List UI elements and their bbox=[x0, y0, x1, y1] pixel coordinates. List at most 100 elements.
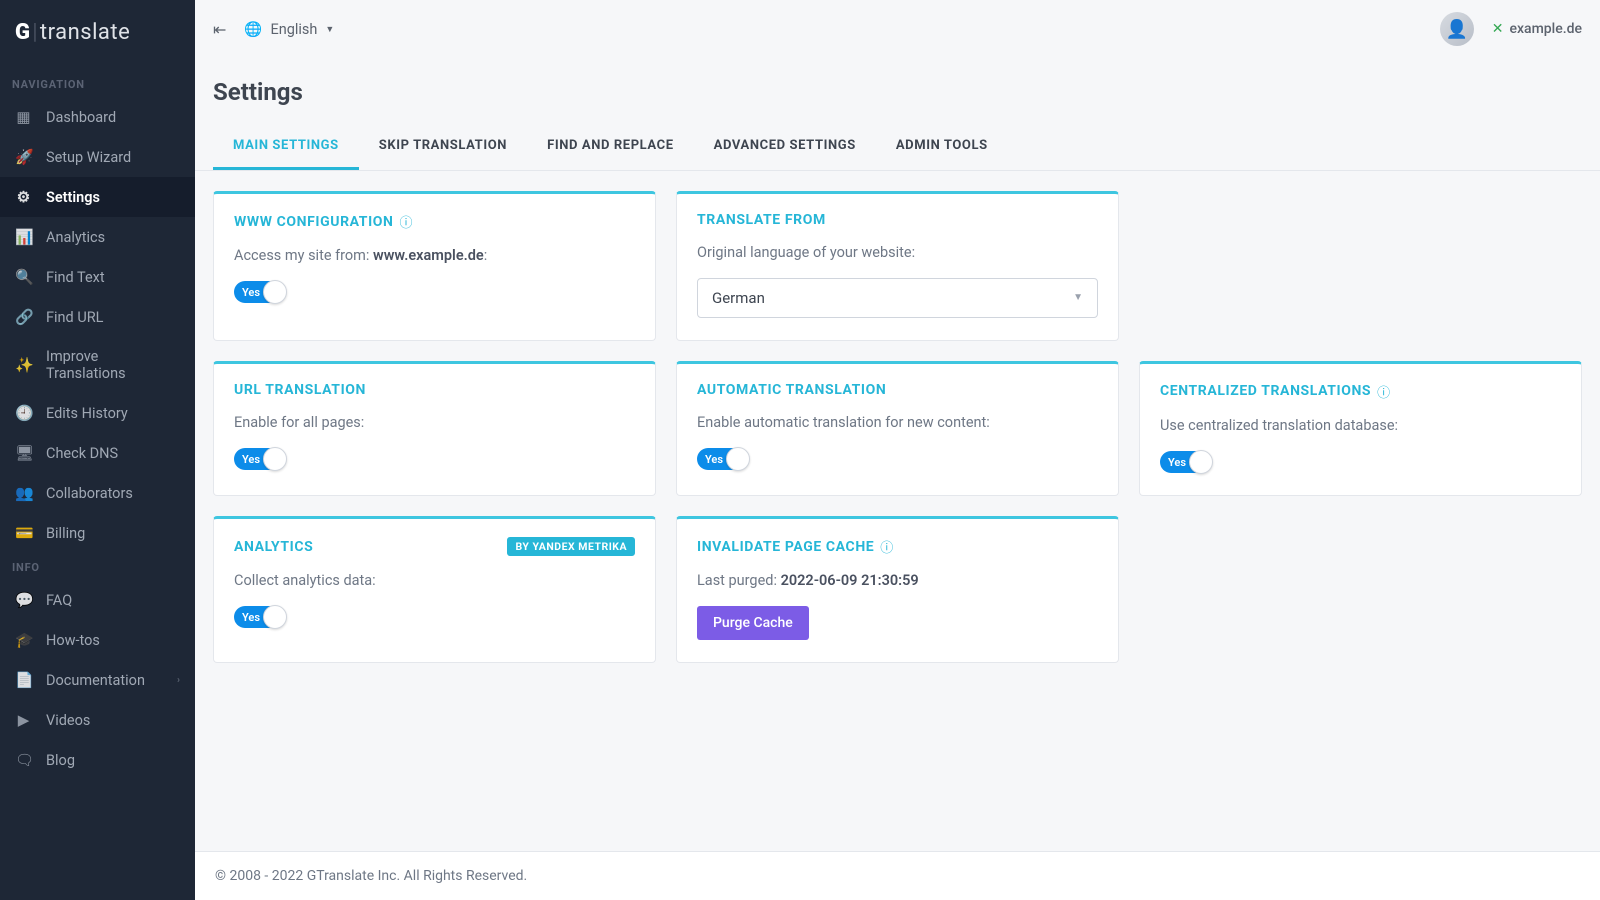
sidebar-item-label: Improve Translations bbox=[46, 348, 180, 382]
badge-yandex: BY YANDEX METRIKA bbox=[507, 537, 635, 556]
sidebar-item-edits-history[interactable]: 🕘 Edits History bbox=[0, 393, 195, 433]
sidebar-item-setup-wizard[interactable]: 🚀 Setup Wizard bbox=[0, 137, 195, 177]
nav-icon: 🕘 bbox=[15, 404, 32, 422]
chevron-right-icon: › bbox=[177, 675, 180, 686]
nav-icon: 🖥 bbox=[15, 444, 32, 462]
language-label: English bbox=[270, 21, 317, 38]
sidebar-item-collaborators[interactable]: 👥 Collaborators bbox=[0, 473, 195, 513]
info-icon[interactable]: ⓘ bbox=[880, 537, 893, 556]
sidebar-item-settings[interactable]: ⚙ Settings bbox=[0, 177, 195, 217]
nav-section-navigation: NAVIGATION bbox=[0, 70, 195, 97]
chevron-down-icon: ▼ bbox=[325, 24, 334, 35]
chevron-down-icon: ▼ bbox=[1073, 292, 1083, 303]
purge-cache-button[interactable]: Purge Cache bbox=[697, 606, 809, 640]
footer: © 2008 - 2022 GTranslate Inc. All Rights… bbox=[195, 851, 1600, 900]
avatar[interactable]: 👤 bbox=[1440, 12, 1474, 46]
sidebar-item-label: Find Text bbox=[46, 269, 105, 286]
tab-skip-translation[interactable]: SKIP TRANSLATION bbox=[359, 124, 527, 170]
nav-icon: ⚙ bbox=[15, 188, 32, 206]
toggle-url-translation[interactable]: Yes bbox=[234, 448, 286, 470]
sidebar-item-improve-translations[interactable]: ✨ Improve Translations bbox=[0, 337, 195, 393]
translate-icon: 🌐 bbox=[244, 21, 262, 38]
nav-icon: 👥 bbox=[15, 484, 32, 502]
sidebar-item-label: Analytics bbox=[46, 229, 105, 246]
card-centralized-translations: CENTRALIZED TRANSLATIONS ⓘ Use centraliz… bbox=[1139, 361, 1582, 496]
card-title: TRANSLATE FROM bbox=[697, 212, 826, 228]
sidebar-item-label: Setup Wizard bbox=[46, 149, 131, 166]
nav-icon: ▶ bbox=[15, 711, 32, 729]
sidebar-item-blog[interactable]: 🗨 Blog bbox=[0, 740, 195, 780]
sidebar-item-find-text[interactable]: 🔍 Find Text bbox=[0, 257, 195, 297]
card-automatic-translation: AUTOMATIC TRANSLATION Enable automatic t… bbox=[676, 361, 1119, 496]
language-selector[interactable]: 🌐 English ▼ bbox=[244, 21, 334, 38]
sidebar-item-analytics[interactable]: 📊Analytics bbox=[0, 217, 195, 257]
sidebar-item-documentation[interactable]: 📄 Documentation › bbox=[0, 660, 195, 700]
tab-admin-tools[interactable]: ADMIN TOOLS bbox=[876, 124, 1008, 170]
info-icon[interactable]: ⓘ bbox=[400, 212, 413, 231]
sidebar: G|translate NAVIGATION ▦Dashboard 🚀 Setup … bbox=[0, 0, 195, 900]
sidebar-item-label: Collaborators bbox=[46, 485, 133, 502]
nav-icon: 📄 bbox=[15, 671, 32, 689]
toggle-knob bbox=[263, 280, 287, 304]
card-title: CENTRALIZED TRANSLATIONS bbox=[1160, 383, 1371, 399]
sidebar-item-check-dns[interactable]: 🖥 Check DNS bbox=[0, 433, 195, 473]
tab-advanced-settings[interactable]: ADVANCED SETTINGS bbox=[694, 124, 876, 170]
card-url-translation: URL TRANSLATION Enable for all pages: Ye… bbox=[213, 361, 656, 496]
sidebar-item-label: Blog bbox=[46, 752, 75, 769]
sidebar-collapse-button[interactable]: ⇤ bbox=[213, 20, 226, 39]
sidebar-item-label: Videos bbox=[46, 712, 90, 729]
tab-main-settings[interactable]: MAIN SETTINGS bbox=[213, 124, 359, 170]
sidebar-item-dashboard[interactable]: ▦Dashboard bbox=[0, 97, 195, 137]
card-invalidate-cache: INVALIDATE PAGE CACHE ⓘ Last purged: 202… bbox=[676, 516, 1119, 663]
toggle-analytics[interactable]: Yes bbox=[234, 606, 286, 628]
sidebar-item-videos[interactable]: ▶ Videos bbox=[0, 700, 195, 740]
sidebar-item-label: FAQ bbox=[46, 592, 72, 609]
card-desc: Enable for all pages: bbox=[234, 412, 635, 434]
card-desc: Use centralized translation database: bbox=[1160, 415, 1561, 437]
nav-icon: 🗨 bbox=[15, 751, 32, 769]
logo-divider: | bbox=[33, 20, 38, 45]
content: WWW CONFIGURATION ⓘ Access my site from:… bbox=[195, 171, 1600, 851]
card-desc: Enable automatic translation for new con… bbox=[697, 412, 1098, 434]
card-www-configuration: WWW CONFIGURATION ⓘ Access my site from:… bbox=[213, 191, 656, 341]
card-desc: Collect analytics data: bbox=[234, 570, 635, 592]
nav-icon: 🎓 bbox=[15, 631, 32, 649]
sidebar-item-faq[interactable]: 💬FAQ bbox=[0, 580, 195, 620]
card-title: ANALYTICS bbox=[234, 539, 313, 555]
card-title: WWW CONFIGURATION bbox=[234, 214, 394, 230]
sidebar-item-label: Edits History bbox=[46, 405, 128, 422]
select-value: German bbox=[712, 289, 765, 307]
nav-icon: 🔍 bbox=[15, 268, 32, 286]
logo-g: G bbox=[15, 20, 31, 45]
sidebar-item-label: How-tos bbox=[46, 632, 100, 649]
sidebar-item-label: Documentation bbox=[46, 672, 145, 689]
main: ⇤ 🌐 English ▼ 👤 ✕ example.de Settings MA… bbox=[195, 0, 1600, 900]
sidebar-item-find-url[interactable]: 🔗 Find URL bbox=[0, 297, 195, 337]
sidebar-item-how-tos[interactable]: 🎓 How-tos bbox=[0, 620, 195, 660]
nav-icon: ✨ bbox=[15, 356, 32, 374]
toggle-www[interactable]: Yes bbox=[234, 281, 286, 303]
card-title: URL TRANSLATION bbox=[234, 382, 366, 398]
sidebar-item-label: Settings bbox=[46, 189, 100, 206]
toggle-automatic-translation[interactable]: Yes bbox=[697, 448, 749, 470]
card-translate-from: TRANSLATE FROM Original language of your… bbox=[676, 191, 1119, 341]
info-icon[interactable]: ⓘ bbox=[1377, 382, 1390, 401]
toggle-centralized[interactable]: Yes bbox=[1160, 451, 1212, 473]
card-analytics: ANALYTICS BY YANDEX METRIKA Collect anal… bbox=[213, 516, 656, 663]
domain-label[interactable]: ✕ example.de bbox=[1492, 21, 1582, 37]
sidebar-item-label: Billing bbox=[46, 525, 85, 542]
select-original-language[interactable]: German ▼ bbox=[697, 278, 1098, 318]
domain-text: example.de bbox=[1510, 21, 1583, 37]
sidebar-item-billing[interactable]: 💳Billing bbox=[0, 513, 195, 553]
page-title: Settings bbox=[195, 58, 1600, 124]
tab-find-and-replace[interactable]: FIND AND REPLACE bbox=[527, 124, 694, 170]
nav-icon: 🚀 bbox=[15, 148, 32, 166]
card-desc: Access my site from: www.example.de: bbox=[234, 245, 635, 267]
nav-icon: 🔗 bbox=[15, 308, 32, 326]
sidebar-item-label: Find URL bbox=[46, 309, 103, 326]
card-title: AUTOMATIC TRANSLATION bbox=[697, 382, 886, 398]
tabs: MAIN SETTINGSSKIP TRANSLATIONFIND AND RE… bbox=[195, 124, 1600, 171]
logo[interactable]: G|translate bbox=[0, 0, 195, 70]
nav-icon: ▦ bbox=[15, 108, 32, 126]
sidebar-item-label: Check DNS bbox=[46, 445, 118, 462]
